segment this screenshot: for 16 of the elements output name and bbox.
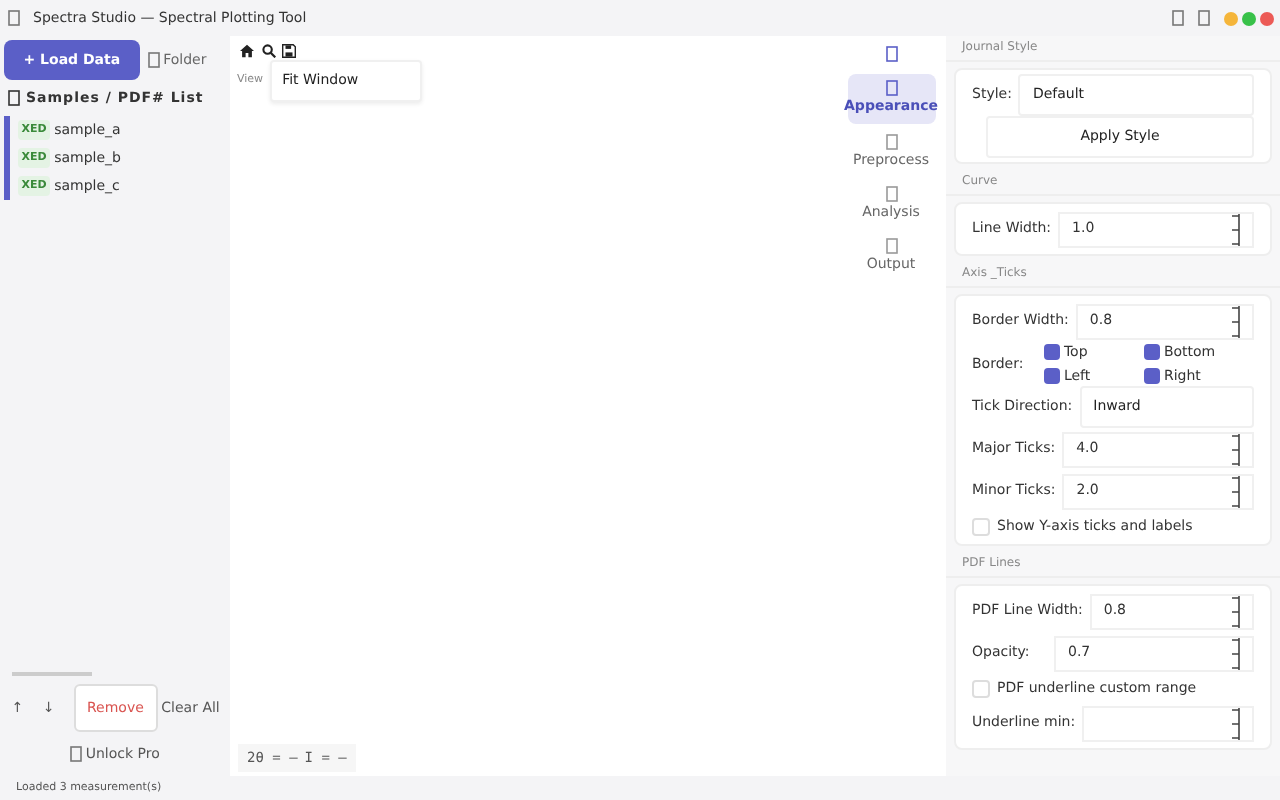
scrollbar-thumb — [11, 671, 92, 675]
square-icon — [885, 238, 897, 254]
square-icon — [885, 185, 897, 202]
square-icon — [1172, 10, 1184, 26]
home-icon[interactable] — [240, 43, 255, 57]
square-icon — [885, 80, 897, 97]
app-icon — [7, 10, 19, 26]
square-icon — [147, 52, 160, 68]
save-icon[interactable] — [282, 43, 297, 57]
square-icon — [70, 746, 83, 762]
search-icon[interactable] — [261, 43, 276, 57]
square-icon — [885, 45, 897, 62]
close-button[interactable] — [1259, 11, 1273, 25]
square-icon — [885, 133, 897, 149]
spin-field[interactable] — [1082, 705, 1254, 741]
square-icon — [1198, 10, 1210, 26]
